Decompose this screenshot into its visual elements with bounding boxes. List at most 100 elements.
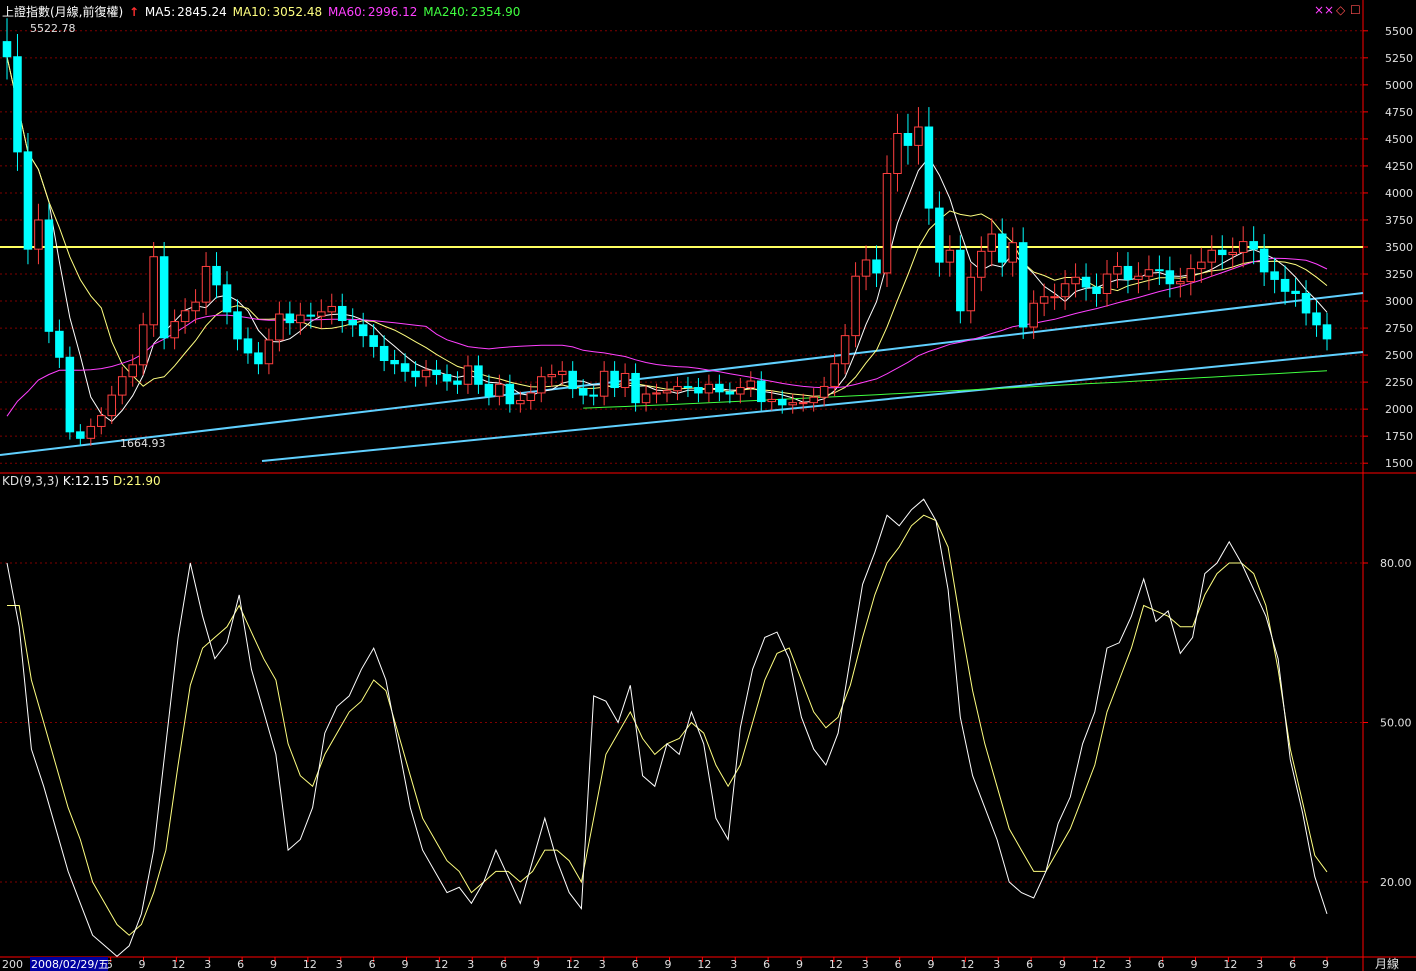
candle-body <box>243 338 253 354</box>
candle-body <box>945 249 955 263</box>
high-annotation: 5522.78 <box>30 22 76 35</box>
candle-body <box>86 425 96 439</box>
candle-body <box>641 393 651 404</box>
up-arrow-icon: ↑ <box>129 5 140 19</box>
candle-body <box>505 383 515 405</box>
price-tick-label: 5000 <box>1385 79 1413 92</box>
time-tick-label: 12 <box>434 958 448 971</box>
price-tick-label: 1750 <box>1385 430 1413 443</box>
candle-body <box>662 390 672 394</box>
candle-body <box>610 370 619 389</box>
candle-body <box>1280 278 1290 292</box>
price-tick-label: 4250 <box>1385 160 1413 173</box>
time-tick-label: 9 <box>270 958 277 971</box>
time-tick-label: 6 <box>1289 958 1296 971</box>
ma5-label: MA5: <box>144 5 176 19</box>
candle-body <box>1197 261 1206 270</box>
time-tick-label: 9 <box>533 958 540 971</box>
candle-body <box>1249 241 1258 250</box>
candle-body <box>935 207 944 263</box>
candle-body <box>798 402 808 405</box>
candle-body <box>495 383 504 397</box>
candle-body <box>966 276 976 312</box>
ma10-value: 3052.48 <box>272 5 323 19</box>
candle-body <box>578 388 588 396</box>
candle-body <box>1060 283 1070 298</box>
candle-body <box>117 376 127 396</box>
price-tick-label: 4750 <box>1385 106 1413 119</box>
time-tick-label: 3 <box>1125 958 1132 971</box>
time-tick-label: 6 <box>1158 958 1165 971</box>
close-icon[interactable]: × <box>1314 3 1324 17</box>
price-tick-label: 1500 <box>1385 457 1413 470</box>
close-icon-2[interactable]: × <box>1324 3 1334 17</box>
candle-body <box>296 314 305 324</box>
time-tick-label: 12 <box>829 958 843 971</box>
candle-body <box>1186 268 1196 283</box>
candle-body <box>327 305 337 313</box>
time-tick-label: 3 <box>336 958 343 971</box>
candle-body <box>285 313 295 324</box>
time-tick-label: 3 <box>1256 958 1263 971</box>
candle-body <box>97 415 106 427</box>
time-tick-label: 9 <box>1059 958 1066 971</box>
candle-body <box>138 324 148 366</box>
price-tick-label: 4500 <box>1385 133 1413 146</box>
kd-tick-label: 20.00 <box>1380 876 1412 889</box>
candle-body <box>840 335 850 365</box>
candle-body <box>1207 249 1217 263</box>
candle-body <box>1238 241 1248 253</box>
candle-body <box>914 126 923 146</box>
candle-body <box>694 387 703 394</box>
candle-body <box>1123 265 1133 280</box>
candle-body <box>736 387 745 395</box>
kd-panel-header: KD(9,3,3) K:12.15 D:21.90 <box>2 474 161 488</box>
kd-title: KD(9,3,3) <box>2 474 60 488</box>
candle-body <box>369 335 378 347</box>
price-tick-label: 3750 <box>1385 214 1413 227</box>
time-tick-label: 3 <box>204 958 211 971</box>
candle-body <box>987 233 997 252</box>
candle-body <box>1312 312 1321 326</box>
ma5-value: 2845.24 <box>177 5 227 19</box>
candle-body <box>1102 273 1112 294</box>
candle-body <box>275 313 284 341</box>
diamond-icon[interactable]: ◇ <box>1336 3 1345 17</box>
ma60-value: 2996.12 <box>367 5 418 19</box>
time-tick-label: 12 <box>303 958 317 971</box>
price-tick-label: 2000 <box>1385 403 1413 416</box>
chart-canvas[interactable]: 1500 1750 2000 2250 2500 2750 3000 3250 3500 3750… <box>0 0 1416 971</box>
time-tick-label: 6 <box>500 958 507 971</box>
candle-body <box>128 364 137 378</box>
period-label: 月線 <box>1375 956 1399 971</box>
price-tick-label: 3000 <box>1385 295 1413 308</box>
time-tick-label: 6 <box>1026 958 1033 971</box>
time-tick-label: 9 <box>796 958 803 971</box>
candle-body <box>819 385 829 398</box>
candle-body <box>222 284 232 313</box>
time-tick-label: 3 <box>993 958 1000 971</box>
time-tick-label: 6 <box>369 958 376 971</box>
candle-body <box>348 320 357 326</box>
time-tick-label: 6 <box>895 958 902 971</box>
time-tick-label: 3 <box>467 958 474 971</box>
candle-body <box>1008 242 1017 263</box>
candle-body <box>180 310 190 323</box>
candle-body <box>337 305 347 322</box>
candle-body <box>1301 292 1311 314</box>
price-panel-header: 上證指數(月線,前復權) ↑ MA5: 2845.24 MA10: 3052.48 … <box>2 3 522 20</box>
candle-body <box>1018 242 1028 328</box>
window-box-icon[interactable]: ☐ <box>1350 3 1361 17</box>
price-tick-label: 5250 <box>1385 52 1413 65</box>
kd-tick-label: 80.00 <box>1380 557 1412 570</box>
price-tick-label: 3250 <box>1385 268 1413 281</box>
candle-body <box>411 370 420 378</box>
instrument-title: 上證指數(月線,前復權) <box>2 5 124 19</box>
candle-body <box>746 380 756 389</box>
k-label: K: <box>62 474 75 488</box>
candle-body <box>872 259 881 274</box>
candle-body <box>1155 269 1164 272</box>
d-value: 21.90 <box>126 474 161 488</box>
time-tick-label: 12 <box>697 958 711 971</box>
candle-body <box>1081 276 1091 288</box>
